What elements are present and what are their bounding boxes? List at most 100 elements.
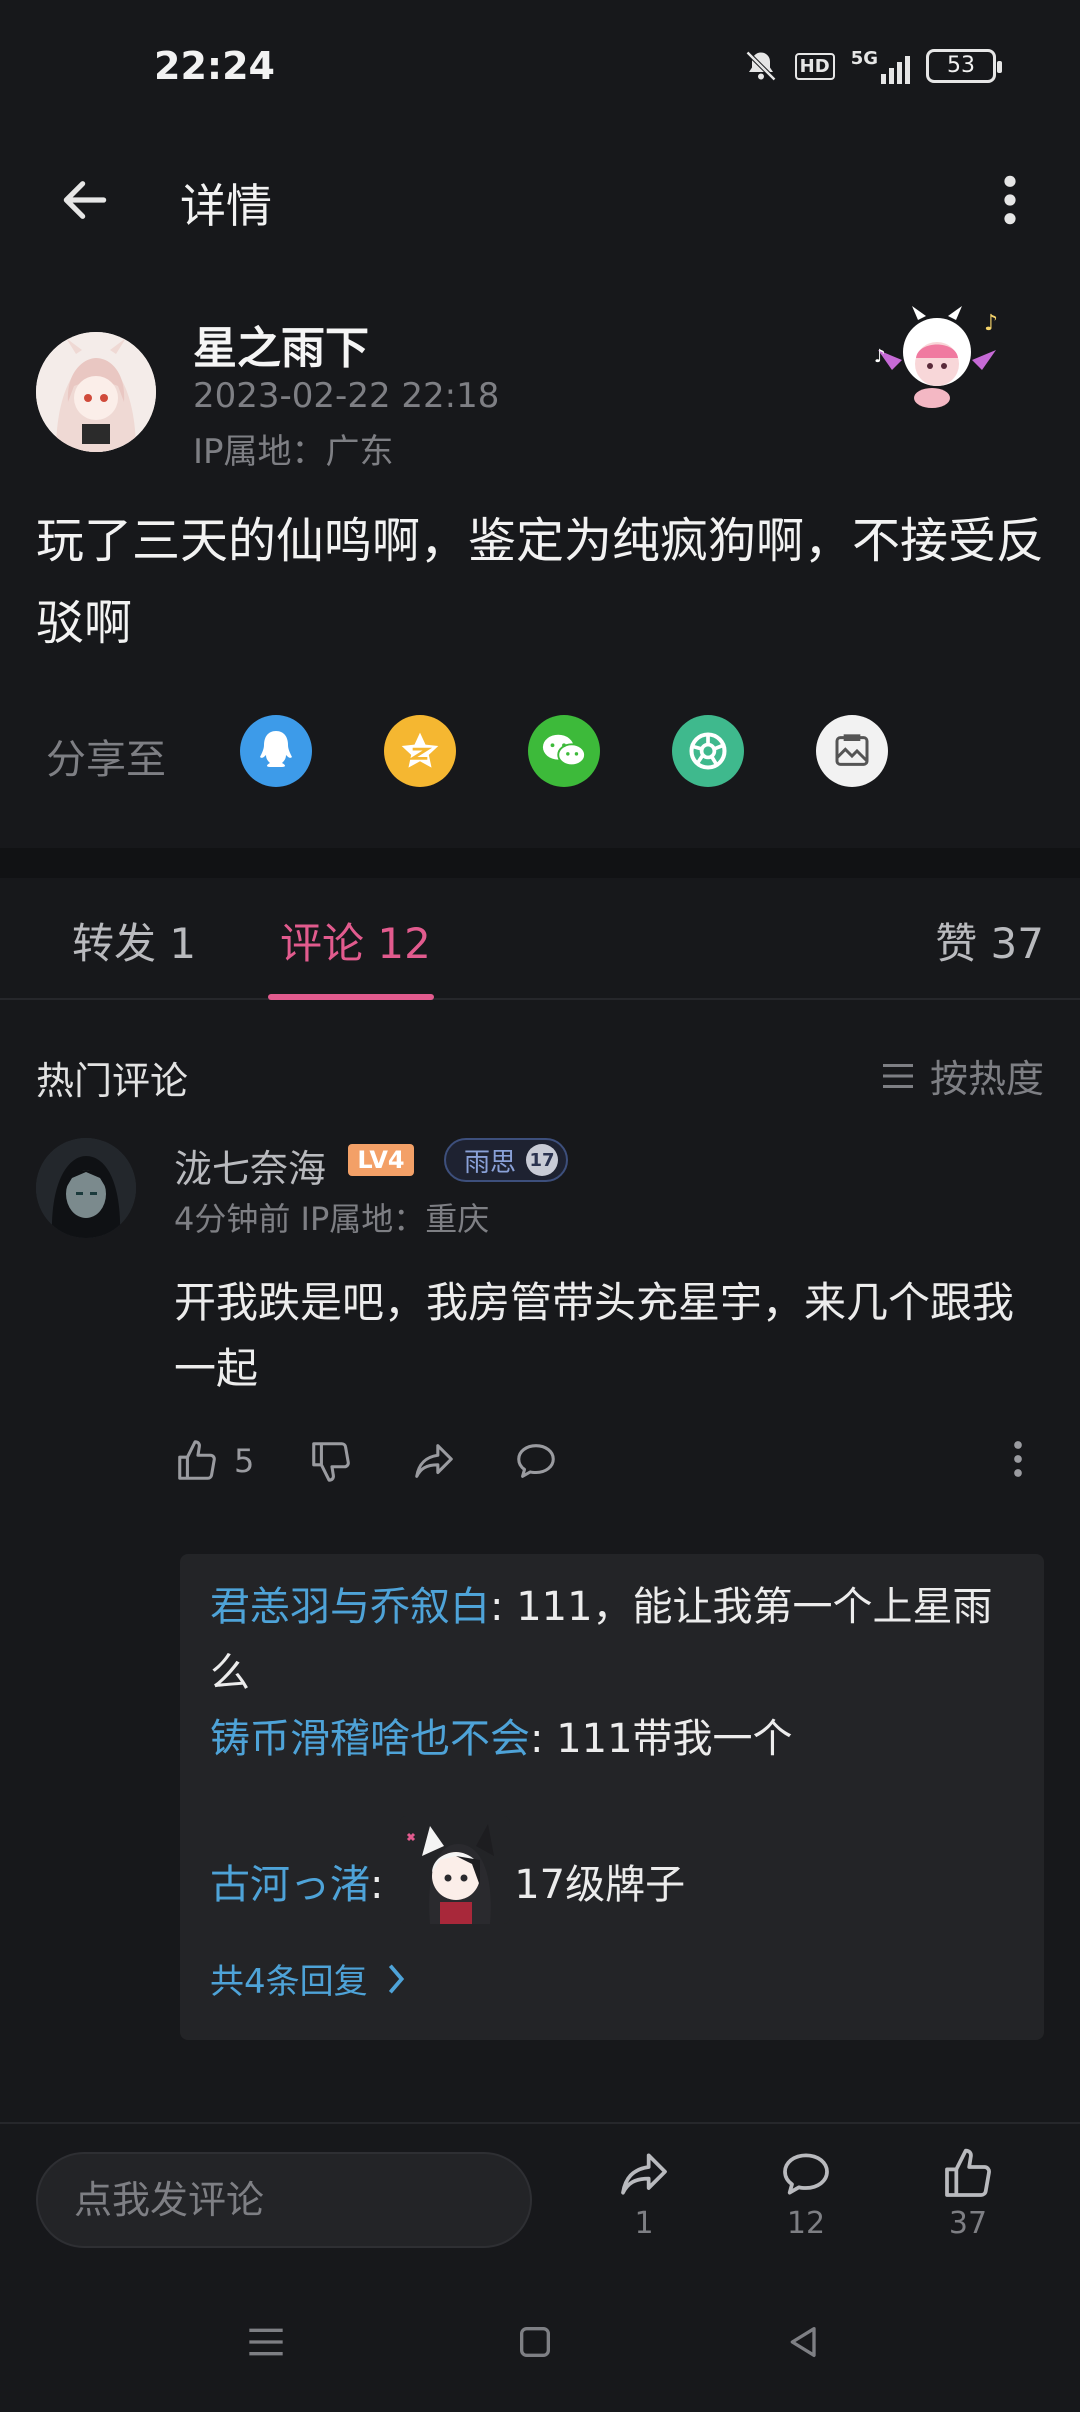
reply-separator: :	[490, 1584, 517, 1630]
post-tabs: 转发 1 评论 12 赞 37	[0, 878, 1080, 1000]
post-header: 星之雨下 2023-02-22 22:18 IP属地：广东 ♪ ♪	[0, 300, 1080, 480]
battery-icon: 53	[926, 49, 1002, 83]
app-bar: 详情	[0, 140, 1080, 250]
comment-like-count: 5	[234, 1442, 255, 1480]
comment-share-button[interactable]	[410, 1438, 458, 1484]
status-time: 22:24	[154, 44, 275, 88]
share-qzone-button[interactable]	[384, 715, 456, 787]
thumbs-up-icon	[178, 1440, 216, 1480]
share-arrow-icon	[415, 1444, 453, 1478]
reply-user[interactable]: 古河っ渚	[210, 1862, 370, 1908]
comment-input[interactable]: 点我发评论	[36, 2152, 532, 2248]
status-bar: 22:24 HD 5G 53	[0, 0, 1080, 140]
author-name[interactable]: 星之雨下	[193, 312, 369, 376]
more-vertical-icon	[1004, 175, 1016, 225]
back-button[interactable]	[50, 165, 120, 235]
section-divider	[0, 848, 1080, 878]
share-label: 分享至	[46, 737, 166, 783]
author-avatar[interactable]	[36, 332, 156, 452]
arrow-left-icon	[63, 181, 107, 219]
chat-bubble-icon	[783, 2153, 829, 2195]
nav-back-button[interactable]	[774, 2312, 834, 2372]
more-replies-label: 共4条回复	[210, 1962, 368, 2002]
star-icon	[401, 732, 439, 768]
qq-icon	[260, 731, 292, 767]
tab-repost[interactable]: 转发 1	[72, 910, 196, 971]
thumbs-up-icon	[945, 2148, 991, 2197]
comment-text: 开我跌是吧，我房管带头充星宇，来几个跟我一起	[174, 1278, 1015, 1393]
share-moments-button[interactable]	[672, 715, 744, 787]
comment-like-button[interactable]: 5	[174, 1438, 254, 1484]
sort-button[interactable]: 按热度	[880, 1048, 1044, 1103]
like-count: 37	[948, 2206, 988, 2241]
detail-page: 22:24 HD 5G 53 详情 星之雨下 2023-02-22 22:18 …	[0, 0, 1080, 2412]
repost-count: 1	[634, 2206, 654, 2241]
share-row: 分享至	[0, 705, 1080, 795]
repost-button[interactable]: 1	[594, 2146, 694, 2241]
comment-meta: 4分钟前 IP属地：重庆	[174, 1200, 490, 1238]
reply-user[interactable]: 铸币滑稽啥也不会	[210, 1716, 530, 1762]
share-image-button[interactable]	[816, 715, 888, 787]
reply-separator: :	[370, 1862, 397, 1908]
comment-count: 12	[786, 2206, 826, 2241]
hot-comments-header: 热门评论 按热度	[0, 1040, 1080, 1110]
bottom-action-bar: 点我发评论 1 12 37	[0, 2122, 1080, 2272]
tab-indicator	[268, 994, 434, 1000]
system-nav-bar	[0, 2272, 1080, 2412]
comment-button[interactable]: 12	[756, 2146, 856, 2241]
comment-reply-button[interactable]	[512, 1438, 560, 1484]
page-title: 详情	[180, 179, 272, 233]
menu-lines-icon	[882, 1063, 913, 1088]
share-arrow-icon	[621, 2153, 667, 2195]
comment-dislike-button[interactable]	[308, 1438, 354, 1484]
chevron-right-icon	[388, 1964, 404, 1993]
bell-off-icon	[743, 48, 779, 84]
medal-name: 雨思	[464, 1147, 517, 1178]
shutter-icon	[689, 732, 727, 770]
reply-item[interactable]: 君恙羽与乔叙白: 111，能让我第一个上星雨么	[210, 1574, 1010, 1706]
share-wechat-button[interactable]	[528, 715, 600, 787]
sticker-image	[400, 1816, 511, 1924]
reply-user[interactable]: 君恙羽与乔叙白	[210, 1584, 490, 1630]
nav-home-button[interactable]	[505, 2312, 565, 2372]
more-button[interactable]	[980, 165, 1040, 235]
reply-item[interactable]: 古河っ渚: 17级牌子	[210, 1816, 1010, 1924]
hot-comments-title: 热门评论	[36, 1059, 189, 1103]
nav-menu-button[interactable]	[236, 2312, 296, 2372]
menu-lines-icon	[249, 2328, 283, 2356]
reply-text: 17级牌子	[514, 1862, 686, 1908]
tab-like[interactable]: 赞 37	[935, 910, 1044, 971]
chat-bubble-icon	[517, 1444, 555, 1478]
signal-5g-icon: 5G	[851, 48, 910, 84]
avatar-pendant-image: ♪ ♪	[872, 300, 1002, 420]
image-icon	[835, 734, 869, 766]
triangle-back-icon	[790, 2327, 816, 2357]
reply-text: 111带我一个	[556, 1716, 793, 1762]
wechat-icon	[542, 734, 587, 767]
more-vertical-icon	[1014, 1441, 1022, 1477]
svg-text:♪: ♪	[984, 311, 998, 336]
share-qq-button[interactable]	[240, 715, 312, 787]
comment-more-button[interactable]	[1012, 1438, 1024, 1484]
commenter-avatar[interactable]	[36, 1138, 136, 1238]
reply-item[interactable]: 铸币滑稽啥也不会: 111带我一个	[210, 1706, 1010, 1772]
hd-icon: HD	[794, 52, 835, 80]
level-badge: LV4	[348, 1144, 414, 1176]
post-time: 2023-02-22 22:18	[193, 376, 500, 416]
more-replies-link[interactable]: 共4条回复	[210, 1954, 406, 2003]
post-content: 玩了三天的仙鸣啊，鉴定为纯疯狗啊，不接受反驳啊	[36, 513, 1045, 651]
sort-label: 按热度	[929, 1057, 1044, 1101]
thumbs-down-icon	[312, 1442, 350, 1482]
like-button[interactable]: 37	[918, 2146, 1018, 2241]
square-icon	[520, 2327, 550, 2357]
medal-level: 17	[526, 1144, 559, 1176]
commenter-name[interactable]: 泷七奈海	[174, 1138, 326, 1193]
comment-actions: 5	[174, 1432, 1044, 1492]
network-label: 5G	[850, 48, 878, 69]
replies-box[interactable]: 君恙羽与乔叙白: 111，能让我第一个上星雨么 铸币滑稽啥也不会: 111带我一…	[180, 1554, 1044, 2040]
svg-text:♪: ♪	[874, 346, 886, 367]
status-icons: HD 5G 53	[743, 48, 1002, 84]
tab-comment[interactable]: 评论 12	[280, 910, 431, 971]
post-ip: IP属地：广东	[193, 432, 394, 472]
fan-medal[interactable]: 雨思 17	[444, 1138, 569, 1182]
